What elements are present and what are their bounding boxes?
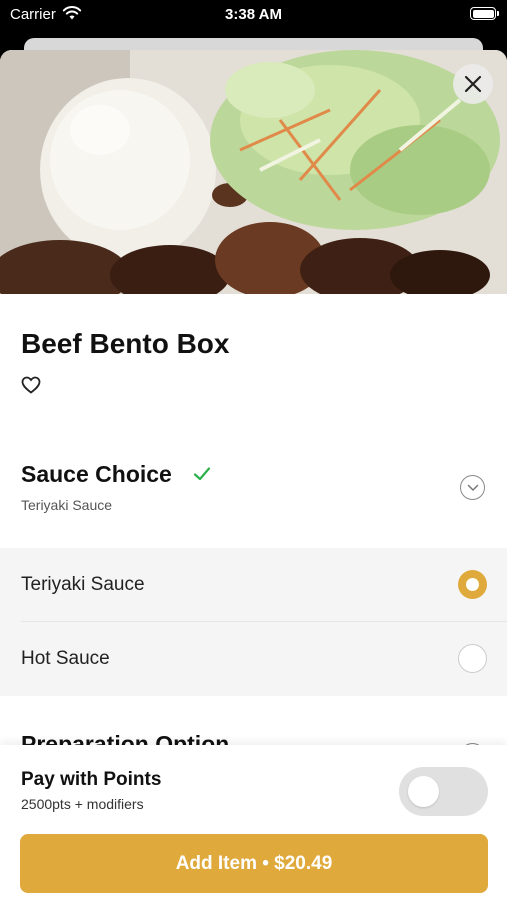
item-title: Beef Bento Box [21, 328, 230, 359]
option-label: Hot Sauce [21, 648, 110, 669]
status-bar: Carrier 3:38 AM [0, 0, 507, 30]
close-icon [464, 75, 482, 93]
chevron-down-icon [467, 484, 478, 491]
sauce-selected-summary: Teriyaki Sauce [21, 497, 113, 513]
sauce-option-hot[interactable]: Hot Sauce [0, 622, 507, 696]
collapse-sauce-button[interactable] [460, 475, 485, 500]
sauce-option-teriyaki[interactable]: Teriyaki Sauce [0, 548, 507, 622]
checkmark-icon [193, 467, 211, 481]
close-button[interactable] [453, 64, 493, 104]
radio-selected[interactable] [458, 570, 487, 599]
toggle-knob [408, 776, 439, 807]
favorite-heart-icon[interactable] [21, 376, 41, 394]
points-cost-label: 2500pts + modifiers [21, 796, 144, 812]
battery-icon [470, 7, 499, 20]
clock: 3:38 AM [225, 6, 282, 23]
item-photo [0, 50, 507, 294]
pay-with-points-label: Pay with Points [21, 769, 162, 790]
option-label: Teriyaki Sauce [21, 574, 145, 595]
radio-unselected[interactable] [458, 644, 487, 673]
add-item-button[interactable]: Add Item • $20.49 [20, 834, 488, 893]
bottom-action-bar: Pay with Points 2500pts + modifiers Add … [0, 745, 507, 900]
pay-with-points-toggle[interactable] [399, 767, 488, 816]
sauce-options-list: Teriyaki Sauce Hot Sauce [0, 548, 507, 696]
sauce-choice-title: Sauce Choice [21, 461, 172, 487]
